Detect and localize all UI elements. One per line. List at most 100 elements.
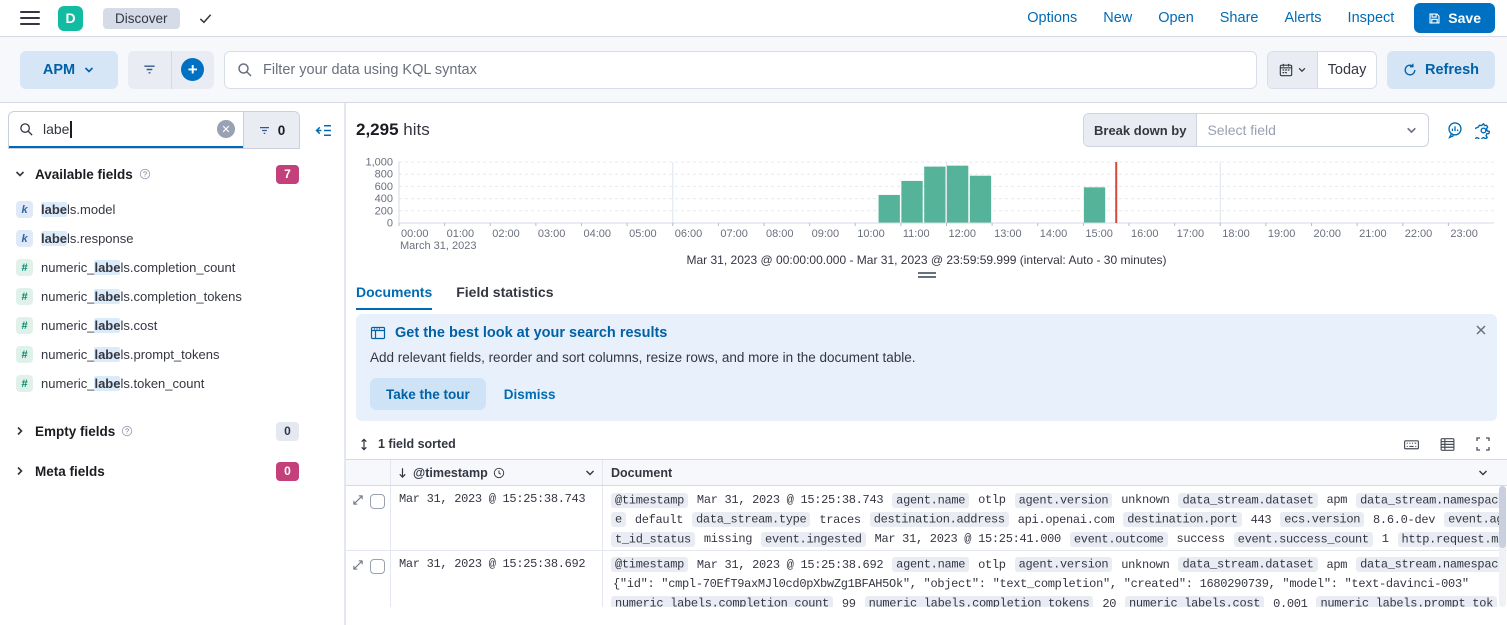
field-item[interactable]: #numeric_labels.token_count (0, 369, 344, 398)
field-name: numeric_labels.prompt_tokens (41, 347, 219, 362)
field-value: 99 (840, 597, 858, 608)
result-tabs: Documents Field statistics (346, 278, 1507, 310)
expand-row-icon[interactable] (352, 559, 364, 571)
field-value: unknown (1119, 558, 1171, 572)
dismiss-link[interactable]: Dismiss (504, 387, 556, 402)
empty-fields-count: 0 (276, 422, 299, 441)
histogram-chart[interactable]: 02004006008001,00000:0001:0002:0003:0004… (354, 157, 1500, 251)
tab-documents[interactable]: Documents (356, 284, 432, 310)
saved-query-menu-button[interactable] (128, 51, 171, 89)
field-item[interactable]: #numeric_labels.completion_tokens (0, 282, 344, 311)
save-icon (1428, 12, 1441, 25)
field-name-suffix: ls.response (67, 231, 133, 246)
plus-icon: + (181, 58, 204, 81)
nav-link-new[interactable]: New (1103, 10, 1132, 26)
row-checkbox[interactable] (370, 559, 385, 574)
svg-text:08:00: 08:00 (766, 228, 794, 240)
field-item[interactable]: #numeric_labels.cost (0, 311, 344, 340)
number-type-icon: # (16, 346, 33, 363)
date-range-label[interactable]: Today (1318, 52, 1376, 88)
field-name-suffix: ls.token_count (120, 376, 204, 391)
chevron-down-icon[interactable] (1477, 467, 1489, 479)
field-name: labels.model (41, 202, 115, 217)
callout-body: Add relevant fields, reorder and sort co… (370, 350, 1483, 365)
svg-text:?: ? (125, 427, 129, 436)
keyboard-shortcuts-button[interactable] (1401, 434, 1421, 454)
field-name-badge: data_stream.dataset (1178, 557, 1317, 572)
meta-fields-header[interactable]: Meta fields 0 (0, 456, 344, 486)
scrollbar-thumb[interactable] (1499, 486, 1506, 548)
top-header-bar: D Discover Options New Open Share Alerts Insp… (0, 0, 1507, 37)
nav-link-open[interactable]: Open (1158, 10, 1193, 26)
empty-fields-header[interactable]: Empty fields ? 0 (0, 416, 344, 446)
kql-search-input[interactable] (263, 62, 1244, 78)
filter-icon (142, 62, 157, 77)
field-value: otlp (976, 558, 1008, 572)
take-tour-button[interactable]: Take the tour (370, 378, 486, 410)
available-fields-header[interactable]: Available fields ? 7 (0, 159, 344, 189)
field-name-suffix: ls.completion_tokens (120, 289, 241, 304)
tab-field-statistics[interactable]: Field statistics (456, 284, 553, 310)
field-name-suffix: ls.completion_count (120, 260, 235, 275)
collapse-sidebar-button[interactable] (308, 115, 338, 145)
field-value: Mar 31, 2023 @ 15:25:38.692 (695, 558, 885, 572)
field-item[interactable]: klabels.response (0, 224, 344, 253)
field-item[interactable]: # numeric_labels.prompt_tokens (0, 340, 344, 369)
check-icon (198, 11, 213, 26)
document-column-header[interactable]: Document (603, 460, 1507, 485)
row-checkbox[interactable] (370, 494, 385, 509)
nav-link-inspect[interactable]: Inspect (1348, 10, 1395, 26)
keyword-type-icon: k (16, 230, 33, 247)
documents-grid: @timestamp Document Mar 31, 2023 @ 15:25… (346, 459, 1507, 607)
svg-text:March 31, 2023: March 31, 2023 (400, 240, 476, 251)
chevron-down-icon[interactable] (584, 467, 596, 479)
sorted-fields-label[interactable]: 1 field sorted (378, 437, 456, 451)
svg-text:01:00: 01:00 (447, 228, 475, 240)
field-value: success (1174, 532, 1226, 546)
add-filter-button[interactable]: + (171, 51, 215, 89)
timestamp-column-header[interactable]: @timestamp (391, 460, 603, 485)
field-name-highlight: labe (94, 376, 120, 391)
field-name-highlight: labe (94, 347, 120, 362)
fullscreen-button[interactable] (1473, 434, 1493, 454)
vertical-scrollbar[interactable] (1499, 486, 1506, 607)
document-cell: @timestamp Mar 31, 2023 @ 15:25:38.743 a… (603, 486, 1507, 550)
document-line: @timestamp Mar 31, 2023 @ 15:25:38.743 a… (611, 491, 1503, 511)
refresh-button[interactable]: Refresh (1387, 51, 1495, 89)
field-value: Mar 31, 2023 @ 15:25:38.743 (695, 493, 885, 507)
field-name-prefix: numeric_ (41, 376, 94, 391)
clear-search-icon[interactable]: ✕ (217, 120, 235, 138)
field-search-input[interactable]: labe ✕ (9, 112, 243, 148)
svg-text:200: 200 (375, 205, 393, 217)
chevron-right-icon (14, 465, 26, 477)
svg-text:14:00: 14:00 (1040, 228, 1068, 240)
field-item[interactable]: #numeric_labels.completion_count (0, 253, 344, 282)
menu-icon[interactable] (20, 11, 40, 25)
svg-text:15:00: 15:00 (1085, 228, 1113, 240)
chart-options-button[interactable] (1469, 116, 1497, 144)
expand-row-icon[interactable] (352, 494, 364, 506)
date-picker-button[interactable] (1268, 52, 1318, 88)
explore-in-lens-button[interactable] (1441, 116, 1469, 144)
breadcrumb[interactable]: Discover (103, 8, 180, 29)
field-item[interactable]: klabels.model (0, 195, 344, 224)
field-value: default (633, 513, 685, 527)
field-filter-button[interactable]: 0 (243, 112, 299, 148)
field-name-badge: event.agen (1444, 512, 1503, 527)
display-options-button[interactable] (1437, 434, 1457, 454)
close-icon[interactable] (1475, 324, 1487, 336)
chevron-down-icon (1297, 65, 1307, 75)
fields-sidebar: labe ✕ 0 Available fields ? 7 klabels.mo… (0, 103, 345, 625)
data-view-picker[interactable]: APM (20, 51, 118, 89)
field-value: {"id": "cmpl-70EfT9axMJl0cd0pXbwZg1BFAH5… (611, 577, 1471, 591)
field-value: Mar 31, 2023 @ 15:25:41.000 (873, 532, 1063, 546)
breakdown-field-select[interactable]: Select field (1197, 114, 1428, 146)
nav-link-share[interactable]: Share (1220, 10, 1259, 26)
field-name: numeric_labels.completion_tokens (41, 289, 242, 304)
nav-link-options[interactable]: Options (1027, 10, 1077, 26)
nav-link-alerts[interactable]: Alerts (1284, 10, 1321, 26)
space-avatar[interactable]: D (58, 6, 83, 31)
field-name-highlight: labe (94, 289, 120, 304)
save-button[interactable]: Save (1414, 3, 1495, 33)
field-list: klabels.modelklabels.response#numeric_la… (0, 195, 344, 398)
